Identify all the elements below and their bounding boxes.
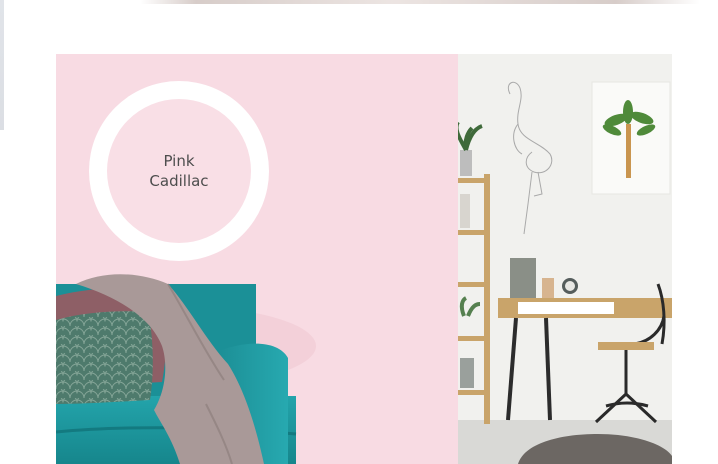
color-swatch-fill: Pink Cadillac bbox=[107, 99, 251, 243]
left-photo-edge bbox=[0, 0, 4, 130]
palm-tree-print-icon bbox=[591, 81, 671, 195]
pillow-green bbox=[56, 311, 153, 404]
sofa-scene bbox=[56, 274, 316, 464]
color-feature-card: Pink Cadillac bbox=[56, 54, 672, 464]
room-photo bbox=[458, 54, 672, 464]
top-photo-edge bbox=[140, 0, 700, 4]
color-name-label: Pink Cadillac bbox=[149, 152, 209, 190]
desk-scene bbox=[458, 54, 672, 464]
paint-color-panel: Pink Cadillac bbox=[56, 54, 458, 464]
color-swatch: Pink Cadillac bbox=[89, 81, 269, 261]
